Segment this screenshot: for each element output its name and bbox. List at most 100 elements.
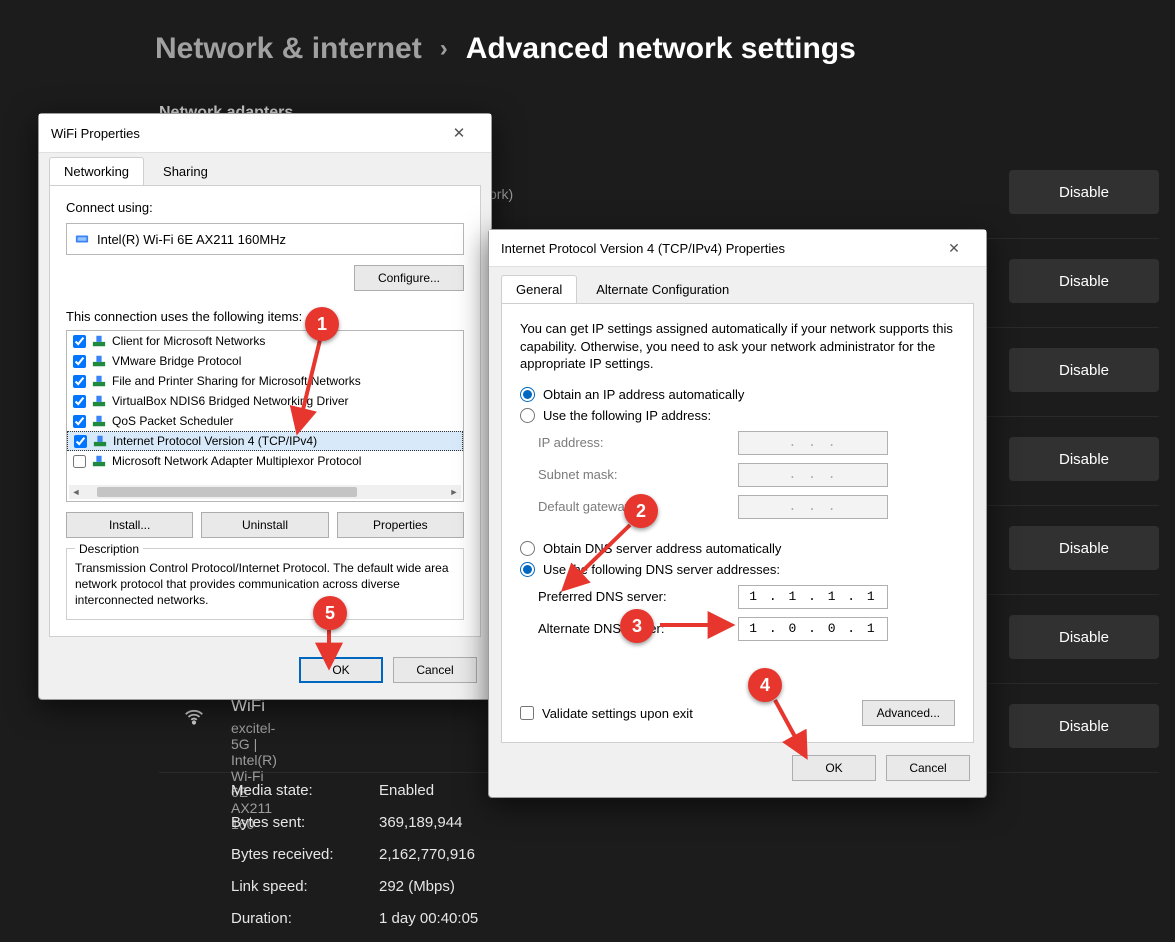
intro-text: You can get IP settings assigned automat… <box>520 320 955 373</box>
stat-key: Bytes sent: <box>231 814 379 846</box>
tab-alternate-configuration[interactable]: Alternate Configuration <box>581 275 744 303</box>
connection-item[interactable]: Internet Protocol Version 4 (TCP/IPv4) <box>67 431 463 451</box>
radio-obtain-ip-auto[interactable] <box>520 387 535 402</box>
items-label: This connection uses the following items… <box>66 309 464 324</box>
radio-label: Obtain an IP address automatically <box>543 387 744 402</box>
tab-sharing[interactable]: Sharing <box>148 157 223 185</box>
protocol-icon <box>92 374 106 388</box>
item-checkbox[interactable] <box>73 375 86 388</box>
ipv4-properties-dialog: Internet Protocol Version 4 (TCP/IPv4) P… <box>488 229 987 798</box>
protocol-icon <box>93 434 107 448</box>
dialog-title: WiFi Properties <box>51 126 140 141</box>
breadcrumb-current: Advanced network settings <box>466 32 856 66</box>
dialog-titlebar[interactable]: Internet Protocol Version 4 (TCP/IPv4) P… <box>489 230 986 267</box>
wifi-icon <box>181 706 207 734</box>
disable-button[interactable]: Disable <box>1009 259 1159 303</box>
radio-use-dns[interactable] <box>520 562 535 577</box>
scroll-right-icon[interactable]: ► <box>447 485 461 499</box>
ip-address-input: . . . <box>738 431 888 455</box>
item-label: File and Printer Sharing for Microsoft N… <box>112 374 361 388</box>
stat-key: Media state: <box>231 782 379 814</box>
tab-general[interactable]: General <box>501 275 577 303</box>
stat-key: Bytes received: <box>231 846 379 878</box>
validate-settings-checkbox[interactable] <box>520 706 534 720</box>
item-label: Internet Protocol Version 4 (TCP/IPv4) <box>113 434 317 448</box>
item-checkbox[interactable] <box>73 395 86 408</box>
protocol-icon <box>92 414 106 428</box>
stat-value: 292 (Mbps) <box>379 878 455 910</box>
item-label: Microsoft Network Adapter Multiplexor Pr… <box>112 454 361 468</box>
description-text: Transmission Control Protocol/Internet P… <box>75 560 455 609</box>
ok-button[interactable]: OK <box>299 657 383 683</box>
item-checkbox[interactable] <box>73 455 86 468</box>
item-label: Client for Microsoft Networks <box>112 334 265 348</box>
tab-networking[interactable]: Networking <box>49 157 144 185</box>
protocol-icon <box>92 394 106 408</box>
scroll-left-icon[interactable]: ◄ <box>69 485 83 499</box>
scrollbar-thumb[interactable] <box>97 487 357 497</box>
callout-3: 3 <box>620 609 654 643</box>
adapter-subtext: ork) <box>489 186 513 202</box>
disable-button[interactable]: Disable <box>1009 615 1159 659</box>
preferred-dns-label: Preferred DNS server: <box>538 589 738 604</box>
item-label: VMware Bridge Protocol <box>112 354 241 368</box>
callout-1: 1 <box>305 307 339 341</box>
callout-2: 2 <box>624 494 658 528</box>
disable-button[interactable]: Disable <box>1009 348 1159 392</box>
wifi-properties-dialog: WiFi Properties ✕ Networking Sharing Con… <box>38 113 492 700</box>
adapter-field[interactable]: Intel(R) Wi-Fi 6E AX211 160MHz <box>66 223 464 255</box>
install-button[interactable]: Install... <box>66 512 193 538</box>
adapter-name: Intel(R) Wi-Fi 6E AX211 160MHz <box>97 232 286 247</box>
close-icon[interactable]: ✕ <box>439 118 479 148</box>
connect-using-label: Connect using: <box>66 200 464 215</box>
radio-label: Use the following IP address: <box>543 408 711 423</box>
default-gateway-input: . . . <box>738 495 888 519</box>
horizontal-scrollbar[interactable]: ◄ ► <box>69 485 461 499</box>
chevron-right-icon: › <box>440 35 448 63</box>
subnet-mask-input: . . . <box>738 463 888 487</box>
disable-button[interactable]: Disable <box>1009 437 1159 481</box>
breadcrumb: Network & internet › Advanced network se… <box>155 32 856 66</box>
ok-button[interactable]: OK <box>792 755 876 781</box>
uninstall-button[interactable]: Uninstall <box>201 512 328 538</box>
close-icon[interactable]: ✕ <box>934 234 974 262</box>
cancel-button[interactable]: Cancel <box>886 755 970 781</box>
item-checkbox[interactable] <box>73 355 86 368</box>
advanced-button[interactable]: Advanced... <box>862 700 955 726</box>
disable-button[interactable]: Disable <box>1009 704 1159 748</box>
radio-obtain-dns-auto[interactable] <box>520 541 535 556</box>
stat-value: 369,189,944 <box>379 814 462 846</box>
protocol-icon <box>92 334 106 348</box>
preferred-dns-input[interactable]: 1 . 1 . 1 . 1 <box>738 585 888 609</box>
stat-value: Enabled <box>379 782 434 814</box>
description-group: Description Transmission Control Protoco… <box>66 548 464 620</box>
item-checkbox[interactable] <box>74 435 87 448</box>
connection-item[interactable]: QoS Packet Scheduler <box>67 411 463 431</box>
stat-value: 2,162,770,916 <box>379 846 475 878</box>
callout-4: 4 <box>748 668 782 702</box>
stat-value: 1 day 00:40:05 <box>379 910 478 942</box>
disable-button[interactable]: Disable <box>1009 526 1159 570</box>
item-checkbox[interactable] <box>73 415 86 428</box>
connection-items-list[interactable]: Client for Microsoft Networks VMware Brid… <box>66 330 464 502</box>
dialog-titlebar[interactable]: WiFi Properties ✕ <box>39 114 491 153</box>
protocol-icon <box>92 354 106 368</box>
connection-item[interactable]: VirtualBox NDIS6 Bridged Networking Driv… <box>67 391 463 411</box>
connection-item[interactable]: File and Printer Sharing for Microsoft N… <box>67 371 463 391</box>
connection-item[interactable]: VMware Bridge Protocol <box>67 351 463 371</box>
stat-key: Link speed: <box>231 878 379 910</box>
description-legend: Description <box>75 542 143 556</box>
item-checkbox[interactable] <box>73 335 86 348</box>
configure-button[interactable]: Configure... <box>354 265 464 291</box>
cancel-button[interactable]: Cancel <box>393 657 477 683</box>
disable-button[interactable]: Disable <box>1009 170 1159 214</box>
breadcrumb-root[interactable]: Network & internet <box>155 32 422 66</box>
connection-item[interactable]: Client for Microsoft Networks <box>67 331 463 351</box>
alternate-dns-input[interactable]: 1 . 0 . 0 . 1 <box>738 617 888 641</box>
radio-use-ip[interactable] <box>520 408 535 423</box>
radio-label: Obtain DNS server address automatically <box>543 541 781 556</box>
subnet-mask-label: Subnet mask: <box>538 467 738 482</box>
properties-button[interactable]: Properties <box>337 512 464 538</box>
connection-item[interactable]: Microsoft Network Adapter Multiplexor Pr… <box>67 451 463 471</box>
dialog-title: Internet Protocol Version 4 (TCP/IPv4) P… <box>501 241 785 256</box>
